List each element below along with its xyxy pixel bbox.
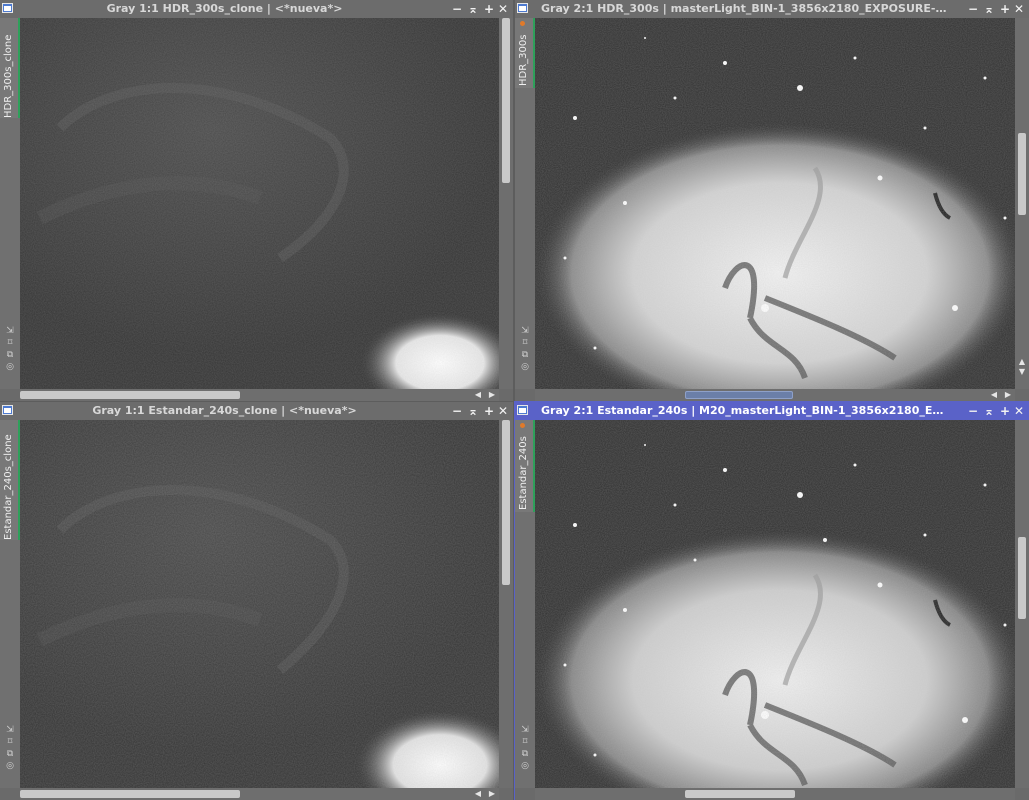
scroll-right-arrow[interactable]: ▶ <box>489 389 495 401</box>
image-canvas[interactable] <box>20 18 499 389</box>
shade-button[interactable]: ⌅ <box>465 402 481 420</box>
resize-icon[interactable]: ⇲ <box>519 724 531 736</box>
modified-indicator-icon <box>520 423 525 428</box>
clone-icon[interactable]: ⧉ <box>4 349 16 361</box>
view-tab-strip: HDR_300s ⇲ ⌑ ⧉ ◎ <box>515 18 535 389</box>
scroll-thumb[interactable] <box>1018 133 1026 215</box>
scroll-thumb[interactable] <box>685 790 795 798</box>
horizontal-scrollbar[interactable] <box>535 788 1015 800</box>
scroll-down-arrow[interactable]: ▼ <box>1015 367 1029 377</box>
target-icon[interactable]: ◎ <box>519 760 531 772</box>
view-tab[interactable]: HDR_300s_clone <box>0 18 20 118</box>
minimize-button[interactable]: − <box>965 402 981 420</box>
close-button[interactable]: ✕ <box>495 402 511 420</box>
scroll-thumb[interactable] <box>20 391 240 399</box>
view-tab-strip: HDR_300s_clone ⇲ ⌑ ⧉ ◎ <box>0 18 20 389</box>
target-icon[interactable]: ◎ <box>519 361 531 373</box>
fit-icon[interactable]: ⌑ <box>519 337 531 349</box>
close-button[interactable]: ✕ <box>1011 402 1027 420</box>
clone-icon[interactable]: ⧉ <box>519 349 531 361</box>
target-icon[interactable]: ◎ <box>4 760 16 772</box>
scroll-left-arrow[interactable]: ◀ <box>991 389 997 401</box>
fit-icon[interactable]: ⌑ <box>4 337 16 349</box>
scroll-right-arrow[interactable]: ▶ <box>489 788 495 800</box>
window-menu-icon[interactable] <box>517 405 528 415</box>
scroll-left-arrow[interactable]: ◀ <box>475 788 481 800</box>
scroll-thumb[interactable] <box>685 391 793 399</box>
side-tool-icons: ⇲ ⌑ ⧉ ◎ <box>519 325 531 373</box>
image-window-std-clone[interactable]: Gray 1:1 Estandar_240s_clone | <*nueva*>… <box>0 402 513 800</box>
view-tab-label: Estandar_240s_clone <box>3 434 14 540</box>
fit-icon[interactable]: ⌑ <box>519 736 531 748</box>
clone-icon[interactable]: ⧉ <box>4 748 16 760</box>
image-window-hdr-clone[interactable]: Gray 1:1 HDR_300s_clone | <*nueva*> − ⌅ … <box>0 0 513 401</box>
resize-icon[interactable]: ⇲ <box>519 325 531 337</box>
vertical-scrollbar[interactable] <box>499 18 513 389</box>
horizontal-scrollbar[interactable]: ◀ ▶ <box>20 389 499 401</box>
window-title: Gray 2:1 Estandar_240s | M20_masterLight… <box>541 404 949 417</box>
scroll-right-arrow[interactable]: ▶ <box>1005 389 1011 401</box>
scroll-up-arrow[interactable]: ▲ <box>1015 357 1029 367</box>
image-canvas[interactable] <box>535 420 1015 788</box>
view-tab-label: HDR_300s <box>518 34 529 86</box>
window-titlebar[interactable]: Gray 2:1 Estandar_240s | M20_masterLight… <box>515 402 1029 420</box>
vertical-scrollbar[interactable] <box>499 420 513 788</box>
image-window-std[interactable]: Gray 2:1 Estandar_240s | M20_masterLight… <box>514 401 1029 800</box>
close-button[interactable]: ✕ <box>495 0 511 18</box>
modified-indicator-icon <box>520 21 525 26</box>
image-window-hdr[interactable]: Gray 2:1 HDR_300s | masterLight_BIN-1_38… <box>515 0 1029 401</box>
resize-icon[interactable]: ⇲ <box>4 724 16 736</box>
window-menu-icon[interactable] <box>2 405 13 415</box>
window-title: Gray 1:1 Estandar_240s_clone | <*nueva*> <box>92 404 357 417</box>
shade-button[interactable]: ⌅ <box>981 0 997 18</box>
clone-icon[interactable]: ⧉ <box>519 748 531 760</box>
window-title: Gray 2:1 HDR_300s | masterLight_BIN-1_38… <box>541 2 949 15</box>
target-icon[interactable]: ◎ <box>4 361 16 373</box>
scroll-thumb[interactable] <box>502 18 510 183</box>
scroll-thumb[interactable] <box>502 420 510 585</box>
vertical-scrollbar[interactable] <box>1015 420 1029 788</box>
minimize-button[interactable]: − <box>965 0 981 18</box>
horizontal-scrollbar[interactable]: ◀ ▶ <box>20 788 499 800</box>
side-tool-icons: ⇲ ⌑ ⧉ ◎ <box>4 325 16 373</box>
image-canvas[interactable] <box>535 18 1015 389</box>
view-tab[interactable]: Estandar_240s <box>515 420 535 512</box>
window-menu-icon[interactable] <box>517 3 528 13</box>
horizontal-scrollbar[interactable]: ◀ ▶ <box>535 389 1015 401</box>
vertical-scrollbar[interactable]: ▲ ▼ <box>1015 18 1029 389</box>
scroll-thumb[interactable] <box>20 790 240 798</box>
resize-icon[interactable]: ⇲ <box>4 325 16 337</box>
minimize-button[interactable]: − <box>449 0 465 18</box>
view-tab[interactable]: HDR_300s <box>515 18 535 88</box>
fit-icon[interactable]: ⌑ <box>4 736 16 748</box>
view-tab-label: HDR_300s_clone <box>3 34 14 118</box>
window-title: Gray 1:1 HDR_300s_clone | <*nueva*> <box>106 2 343 15</box>
window-titlebar[interactable]: Gray 2:1 HDR_300s | masterLight_BIN-1_38… <box>515 0 1029 18</box>
shade-button[interactable]: ⌅ <box>465 0 481 18</box>
minimize-button[interactable]: − <box>449 402 465 420</box>
scroll-thumb[interactable] <box>1018 537 1026 619</box>
view-tab-strip: Estandar_240s ⇲ ⌑ ⧉ ◎ <box>515 420 535 788</box>
view-tab-strip: Estandar_240s_clone ⇲ ⌑ ⧉ ◎ <box>0 420 20 788</box>
side-tool-icons: ⇲ ⌑ ⧉ ◎ <box>519 724 531 772</box>
image-canvas[interactable] <box>20 420 499 788</box>
window-titlebar[interactable]: Gray 1:1 Estandar_240s_clone | <*nueva*>… <box>0 402 513 420</box>
scroll-left-arrow[interactable]: ◀ <box>475 389 481 401</box>
close-button[interactable]: ✕ <box>1011 0 1027 18</box>
window-titlebar[interactable]: Gray 1:1 HDR_300s_clone | <*nueva*> − ⌅ … <box>0 0 513 18</box>
window-menu-icon[interactable] <box>2 3 13 13</box>
view-tab[interactable]: Estandar_240s_clone <box>0 420 20 540</box>
side-tool-icons: ⇲ ⌑ ⧉ ◎ <box>4 724 16 772</box>
view-tab-label: Estandar_240s <box>518 436 529 510</box>
shade-button[interactable]: ⌅ <box>981 402 997 420</box>
